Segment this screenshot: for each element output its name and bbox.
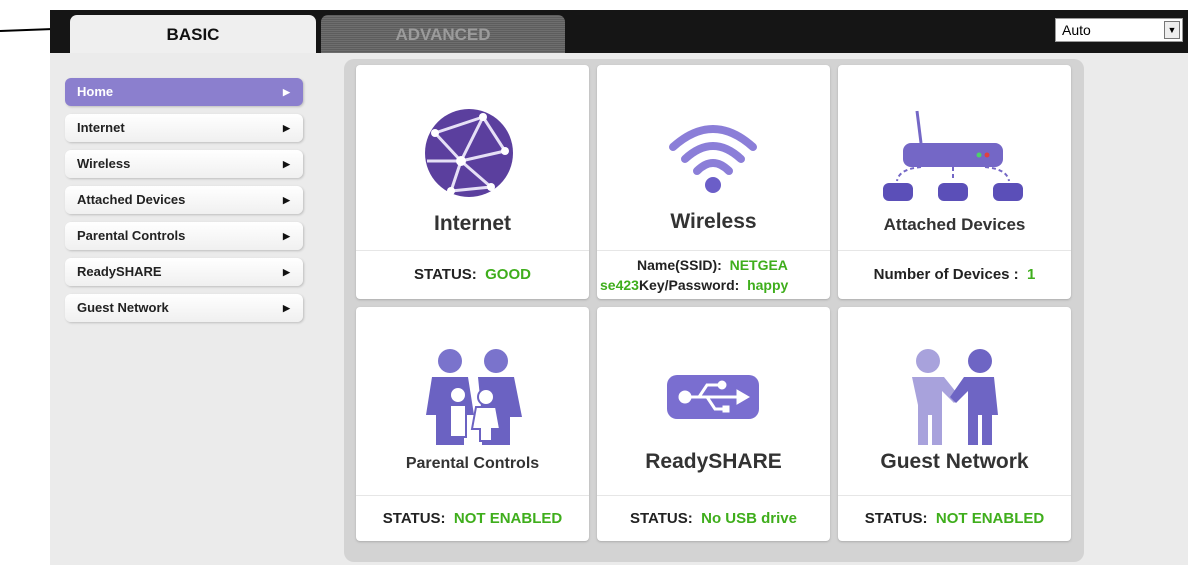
wifi-icon <box>669 125 757 193</box>
caret-right-icon: ▶ <box>283 195 290 205</box>
tile-wireless[interactable]: Wireless Name(SSID): NETGEA se423Key/Pas… <box>597 65 830 299</box>
tile-parental-controls-title: Parental Controls <box>405 455 540 472</box>
sidebar-item-home[interactable]: Home ▶ <box>65 78 303 106</box>
device-count-label: Number of Devices : <box>873 266 1019 283</box>
tile-internet-title: Internet <box>433 212 511 235</box>
family-icon <box>426 349 522 445</box>
caret-right-icon: ▶ <box>283 159 290 169</box>
sidebar-item-wireless[interactable]: Wireless ▶ <box>65 150 303 178</box>
sidebar-item-label: ReadySHARE <box>77 264 162 279</box>
device-count-value: 1 <box>1027 266 1036 283</box>
tile-readyshare-title: ReadySHARE <box>645 450 782 473</box>
tile-attached-devices-title: Attached Devices <box>883 215 1026 234</box>
sidebar-item-label: Home <box>77 84 114 99</box>
tile-attached-devices-count: Number of Devices : 1 <box>838 250 1071 299</box>
key-label: Key/Password: <box>638 277 740 293</box>
ssid-value-continued: se423 <box>600 277 639 293</box>
chevron-down-icon[interactable]: ▼ <box>1164 21 1180 39</box>
ssid-label: Name(SSID): <box>637 257 722 273</box>
sidebar-item-parental-controls[interactable]: Parental Controls ▶ <box>65 222 303 250</box>
tile-guest-network-status: STATUS: NOT ENABLED <box>838 495 1071 541</box>
tile-wireless-title: Wireless <box>670 210 757 233</box>
tile-attached-devices[interactable]: Attached Devices Number of Devices : 1 <box>838 65 1071 299</box>
tab-advanced[interactable]: ADVANCED <box>321 15 565 53</box>
tile-guest-network-title: Guest Network <box>880 450 1029 473</box>
sidebar-item-label: Internet <box>77 120 125 135</box>
caret-right-icon: ▶ <box>283 87 290 97</box>
caret-right-icon: ▶ <box>283 303 290 313</box>
ssid-value: NETGEA <box>729 257 788 273</box>
caret-right-icon: ▶ <box>283 123 290 133</box>
tile-guest-network[interactable]: Guest Network STATUS: NOT ENABLED <box>838 307 1071 541</box>
status-label: STATUS: <box>382 510 446 527</box>
status-label: STATUS: <box>414 266 477 283</box>
status-value: NOT ENABLED <box>935 510 1045 527</box>
key-value: happy <box>747 277 789 293</box>
tile-internet[interactable]: Internet STATUS: GOOD <box>356 65 589 299</box>
tile-wireless-info: Name(SSID): NETGEA se423Key/Password: ha… <box>597 250 830 298</box>
sidebar-item-label: Guest Network <box>77 300 169 315</box>
tab-basic[interactable]: BASIC <box>70 15 316 53</box>
router-network-icon <box>883 110 1023 201</box>
sidebar-item-readyshare[interactable]: ReadySHARE ▶ <box>65 258 303 286</box>
status-label: STATUS: <box>630 510 693 527</box>
top-bar: BASIC ADVANCED Auto ▼ <box>50 10 1188 53</box>
status-value: GOOD <box>485 266 531 283</box>
handshake-icon <box>912 349 998 445</box>
tile-internet-status: STATUS: GOOD <box>356 250 589 299</box>
language-select-value: Auto <box>1062 22 1091 38</box>
router-admin-frame: BASIC ADVANCED Auto ▼ Home ▶ Internet ▶ … <box>50 10 1188 565</box>
sidebar-item-label: Wireless <box>77 156 131 171</box>
tile-readyshare-status: STATUS: No USB drive <box>597 495 830 541</box>
sidebar-item-guest-network[interactable]: Guest Network ▶ <box>65 294 303 322</box>
status-value: NOT ENABLED <box>453 510 563 527</box>
sidebar-menu: Home ▶ Internet ▶ Wireless ▶ Attached De… <box>65 78 303 330</box>
tile-parental-controls-status: STATUS: NOT ENABLED <box>356 495 589 541</box>
sidebar-item-attached-devices[interactable]: Attached Devices ▶ <box>65 186 303 214</box>
status-value: No USB drive <box>701 510 797 527</box>
tile-parental-controls[interactable]: Parental Controls STATUS: NOT ENABLED <box>356 307 589 541</box>
language-select[interactable]: Auto ▼ <box>1055 18 1183 42</box>
globe-icon <box>425 109 513 197</box>
caret-right-icon: ▶ <box>283 267 290 277</box>
sidebar-item-label: Attached Devices <box>77 192 186 207</box>
caret-right-icon: ▶ <box>283 231 290 241</box>
sidebar-item-internet[interactable]: Internet ▶ <box>65 114 303 142</box>
usb-icon <box>667 375 759 419</box>
tile-readyshare[interactable]: ReadySHARE STATUS: No USB drive <box>597 307 830 541</box>
sidebar-item-label: Parental Controls <box>77 228 186 243</box>
status-label: STATUS: <box>864 510 928 527</box>
